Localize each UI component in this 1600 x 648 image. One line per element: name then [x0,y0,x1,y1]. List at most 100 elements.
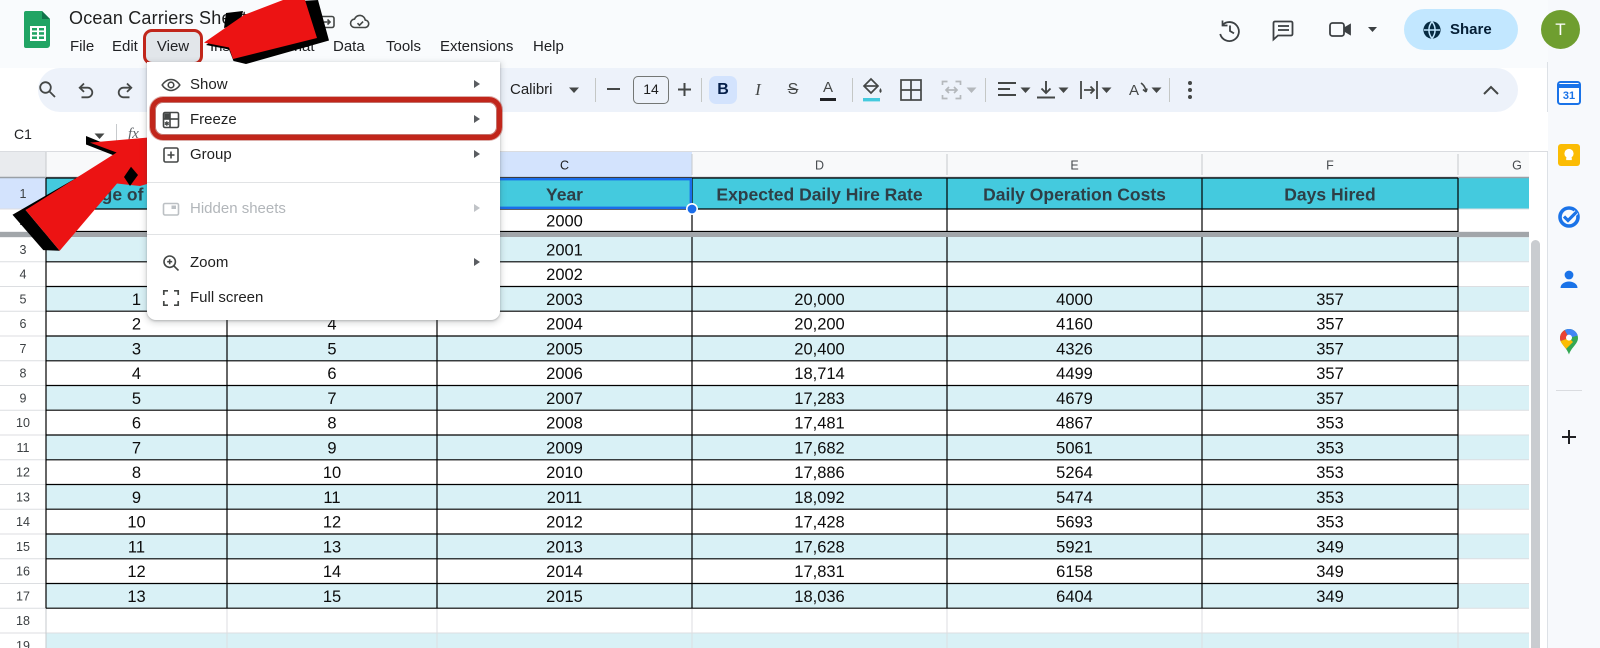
svg-text:17,628: 17,628 [794,538,844,556]
svg-text:14: 14 [323,563,341,581]
svg-text:5921: 5921 [1056,538,1093,556]
svg-text:17,886: 17,886 [794,464,844,482]
svg-text:2015: 2015 [546,588,583,606]
svg-text:12: 12 [323,514,341,532]
svg-text:357: 357 [1316,390,1344,408]
svg-text:18,036: 18,036 [794,588,844,606]
svg-text:2014: 2014 [546,563,583,581]
svg-text:2006: 2006 [546,365,583,383]
svg-text:7: 7 [20,342,27,356]
svg-text:12: 12 [16,466,30,480]
svg-text:Days Hired: Days Hired [1284,185,1375,205]
svg-text:15: 15 [323,588,341,606]
svg-text:E: E [1070,159,1078,173]
svg-text:13: 13 [127,588,145,606]
svg-text:5: 5 [132,390,141,408]
svg-text:17,682: 17,682 [794,439,844,457]
svg-text:11: 11 [323,489,340,507]
svg-text:6: 6 [132,415,141,433]
svg-text:18,092: 18,092 [794,489,844,507]
svg-text:4679: 4679 [1056,390,1093,408]
svg-text:6: 6 [327,365,336,383]
svg-text:A: A [132,159,141,173]
svg-text:2011: 2011 [547,489,582,507]
svg-text:353: 353 [1316,514,1344,532]
svg-text:4499: 4499 [1056,365,1093,383]
svg-text:4867: 4867 [1056,415,1093,433]
svg-text:G: G [1512,159,1522,173]
svg-text:17,831: 17,831 [794,563,844,581]
svg-text:16: 16 [16,565,30,579]
svg-text:18: 18 [16,614,30,628]
svg-text:6: 6 [20,317,27,331]
svg-text:2000: 2000 [546,213,583,231]
svg-text:5061: 5061 [1056,439,1093,457]
svg-text:17,283: 17,283 [794,390,844,408]
svg-text:10: 10 [323,464,341,482]
svg-text:357: 357 [1316,316,1344,334]
svg-text:2: 2 [132,316,141,334]
svg-text:353: 353 [1316,415,1344,433]
svg-text:1: 1 [132,291,141,309]
svg-text:349: 349 [1316,538,1344,556]
svg-text:353: 353 [1316,464,1344,482]
svg-text:2003: 2003 [546,291,583,309]
svg-text:2: 2 [20,214,27,228]
svg-text:12: 12 [127,563,145,581]
svg-text:3: 3 [20,243,27,257]
svg-text:A: A [1129,82,1139,99]
svg-text:13: 13 [323,538,341,556]
svg-text:8: 8 [327,415,336,433]
svg-text:17,428: 17,428 [794,514,844,532]
svg-text:11: 11 [128,538,145,556]
svg-text:357: 357 [1316,365,1344,383]
svg-text:Year: Year [546,185,583,205]
svg-text:353: 353 [1316,439,1344,457]
svg-text:Expected Daily Hire Rate: Expected Daily Hire Rate [716,185,922,205]
svg-text:357: 357 [1316,291,1344,309]
svg-text:2010: 2010 [546,464,583,482]
svg-text:4: 4 [132,365,141,383]
svg-text:8: 8 [20,367,27,381]
svg-text:10: 10 [16,416,30,430]
svg-text:Daily Operation Costs: Daily Operation Costs [983,185,1166,205]
svg-text:5: 5 [20,292,27,306]
svg-text:13: 13 [16,490,30,504]
svg-text:4000: 4000 [1056,291,1093,309]
svg-text:7: 7 [327,390,336,408]
svg-text:14: 14 [16,515,30,529]
svg-text:10: 10 [127,514,145,532]
svg-text:8: 8 [132,464,141,482]
svg-text:20,400: 20,400 [794,340,844,358]
svg-text:2004: 2004 [546,316,583,334]
svg-text:2001: 2001 [546,241,583,259]
svg-text:6158: 6158 [1056,563,1093,581]
svg-text:2002: 2002 [546,266,583,284]
svg-text:3: 3 [132,340,141,358]
svg-text:4160: 4160 [1056,316,1093,334]
svg-text:5: 5 [327,340,336,358]
svg-text:1: 1 [20,187,27,201]
svg-text:9: 9 [327,439,336,457]
svg-text:9: 9 [20,391,27,405]
svg-text:11: 11 [17,441,30,455]
svg-text:353: 353 [1316,489,1344,507]
svg-text:2007: 2007 [546,390,583,408]
svg-text:F: F [1326,159,1334,173]
svg-text:357: 357 [1316,340,1344,358]
svg-text:20,000: 20,000 [794,291,844,309]
svg-text:2008: 2008 [546,415,583,433]
svg-text:2013: 2013 [546,538,583,556]
svg-text:18,714: 18,714 [794,365,844,383]
svg-text:9: 9 [132,489,141,507]
svg-text:6404: 6404 [1056,588,1093,606]
svg-text:19: 19 [16,639,30,648]
svg-text:2009: 2009 [546,439,583,457]
svg-text:349: 349 [1316,588,1344,606]
svg-text:17,481: 17,481 [794,415,844,433]
svg-text:349: 349 [1316,563,1344,581]
svg-text:5693: 5693 [1056,514,1093,532]
svg-text:C: C [560,159,569,173]
svg-text:20,200: 20,200 [794,316,844,334]
svg-text:17: 17 [16,589,30,603]
